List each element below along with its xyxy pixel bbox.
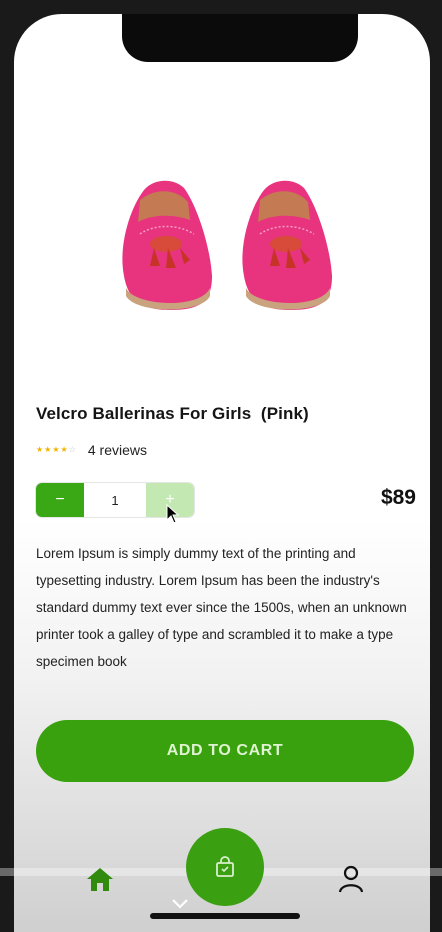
shopping-bag-icon xyxy=(216,856,234,877)
star-icon: ★ xyxy=(60,445,68,454)
home-indicator[interactable] xyxy=(150,913,300,919)
app-screen xyxy=(14,14,430,932)
product-price: $89 xyxy=(380,486,416,509)
product-image xyxy=(122,180,332,310)
chevron-down-icon[interactable] xyxy=(170,897,190,911)
star-rating: ★ ★ ★ ★ ☆ xyxy=(36,446,76,454)
rating-row: ★ ★ ★ ★ ☆ 4 reviews xyxy=(36,442,147,458)
product-description: Lorem Ipsum is simply dummy text of the … xyxy=(36,546,407,669)
star-icon: ★ xyxy=(36,445,44,454)
star-icon: ★ xyxy=(52,445,60,454)
user-icon[interactable] xyxy=(338,864,364,894)
quantity-value[interactable]: 1 xyxy=(84,483,146,517)
cart-fab-button[interactable] xyxy=(186,828,264,906)
product-title: Velcro Ballerinas For Girls (Pink) xyxy=(36,404,309,423)
home-icon[interactable] xyxy=(86,866,114,892)
star-empty-icon: ☆ xyxy=(68,445,76,454)
star-icon: ★ xyxy=(44,445,52,454)
device-notch xyxy=(122,14,358,62)
reviews-count[interactable]: 4 reviews xyxy=(88,442,147,458)
decrement-button[interactable]: − xyxy=(36,483,84,517)
mouse-cursor-icon xyxy=(166,504,180,524)
add-to-cart-button[interactable]: ADD TO CART xyxy=(36,720,414,782)
